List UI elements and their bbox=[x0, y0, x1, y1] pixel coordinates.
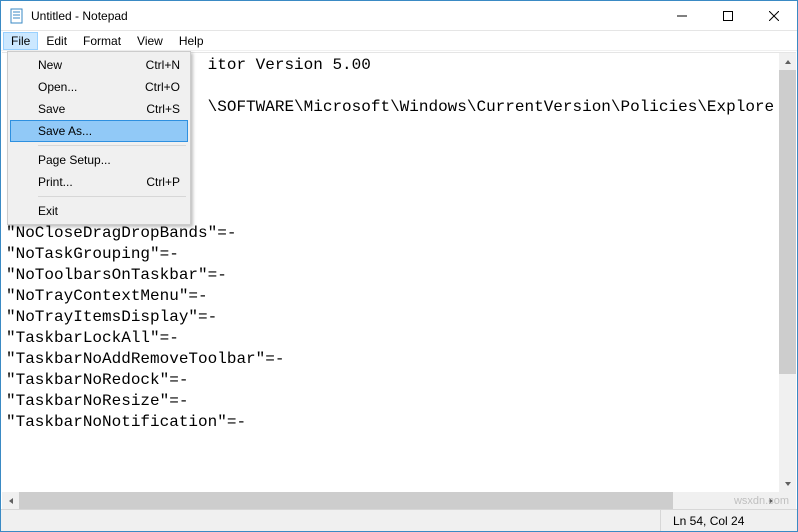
menu-view[interactable]: View bbox=[129, 32, 171, 50]
menu-item-label: Exit bbox=[38, 204, 180, 218]
window-title: Untitled - Notepad bbox=[31, 9, 659, 23]
menu-file[interactable]: File bbox=[3, 32, 38, 50]
file-menu-save-as[interactable]: Save As... bbox=[10, 120, 188, 142]
file-menu-save[interactable]: SaveCtrl+S bbox=[10, 98, 188, 120]
file-menu-page-setup[interactable]: Page Setup... bbox=[10, 149, 188, 171]
menu-separator bbox=[38, 145, 186, 146]
menu-item-label: Save As... bbox=[38, 124, 180, 138]
close-button[interactable] bbox=[751, 1, 797, 30]
scroll-down-icon[interactable] bbox=[779, 475, 796, 492]
vertical-scrollbar[interactable] bbox=[779, 53, 796, 492]
menu-item-shortcut: Ctrl+O bbox=[145, 80, 180, 94]
menu-item-label: Page Setup... bbox=[38, 153, 180, 167]
titlebar: Untitled - Notepad bbox=[1, 1, 797, 31]
watermark: wsxdn.com bbox=[734, 495, 789, 507]
file-menu-new[interactable]: NewCtrl+N bbox=[10, 54, 188, 76]
file-menu-exit[interactable]: Exit bbox=[10, 200, 188, 222]
hscroll-track[interactable] bbox=[19, 492, 762, 509]
file-menu-open[interactable]: Open...Ctrl+O bbox=[10, 76, 188, 98]
scroll-left-icon[interactable] bbox=[2, 492, 19, 509]
scroll-up-icon[interactable] bbox=[779, 53, 796, 70]
menu-item-shortcut: Ctrl+P bbox=[146, 175, 180, 189]
menu-item-shortcut: Ctrl+S bbox=[146, 102, 180, 116]
menu-separator bbox=[38, 196, 186, 197]
menu-item-label: Print... bbox=[38, 175, 146, 189]
statusbar: Ln 54, Col 24 bbox=[1, 509, 797, 531]
file-menu-dropdown: NewCtrl+NOpen...Ctrl+OSaveCtrl+SSave As.… bbox=[7, 51, 191, 225]
menubar: FileEditFormatViewHelp bbox=[1, 31, 797, 51]
hscroll-thumb[interactable] bbox=[19, 492, 673, 509]
menu-item-label: Open... bbox=[38, 80, 145, 94]
notepad-icon bbox=[9, 8, 25, 24]
menu-format[interactable]: Format bbox=[75, 32, 129, 50]
maximize-button[interactable] bbox=[705, 1, 751, 30]
file-menu-print[interactable]: Print...Ctrl+P bbox=[10, 171, 188, 193]
window-controls bbox=[659, 1, 797, 30]
minimize-button[interactable] bbox=[659, 1, 705, 30]
menu-edit[interactable]: Edit bbox=[38, 32, 75, 50]
menu-item-label: Save bbox=[38, 102, 146, 116]
menu-item-label: New bbox=[38, 58, 146, 72]
vscroll-track[interactable] bbox=[779, 70, 796, 475]
vscroll-thumb[interactable] bbox=[779, 70, 796, 374]
menu-item-shortcut: Ctrl+N bbox=[146, 58, 180, 72]
menu-help[interactable]: Help bbox=[171, 32, 212, 50]
horizontal-scrollbar[interactable] bbox=[2, 492, 779, 509]
status-position: Ln 54, Col 24 bbox=[660, 510, 780, 531]
